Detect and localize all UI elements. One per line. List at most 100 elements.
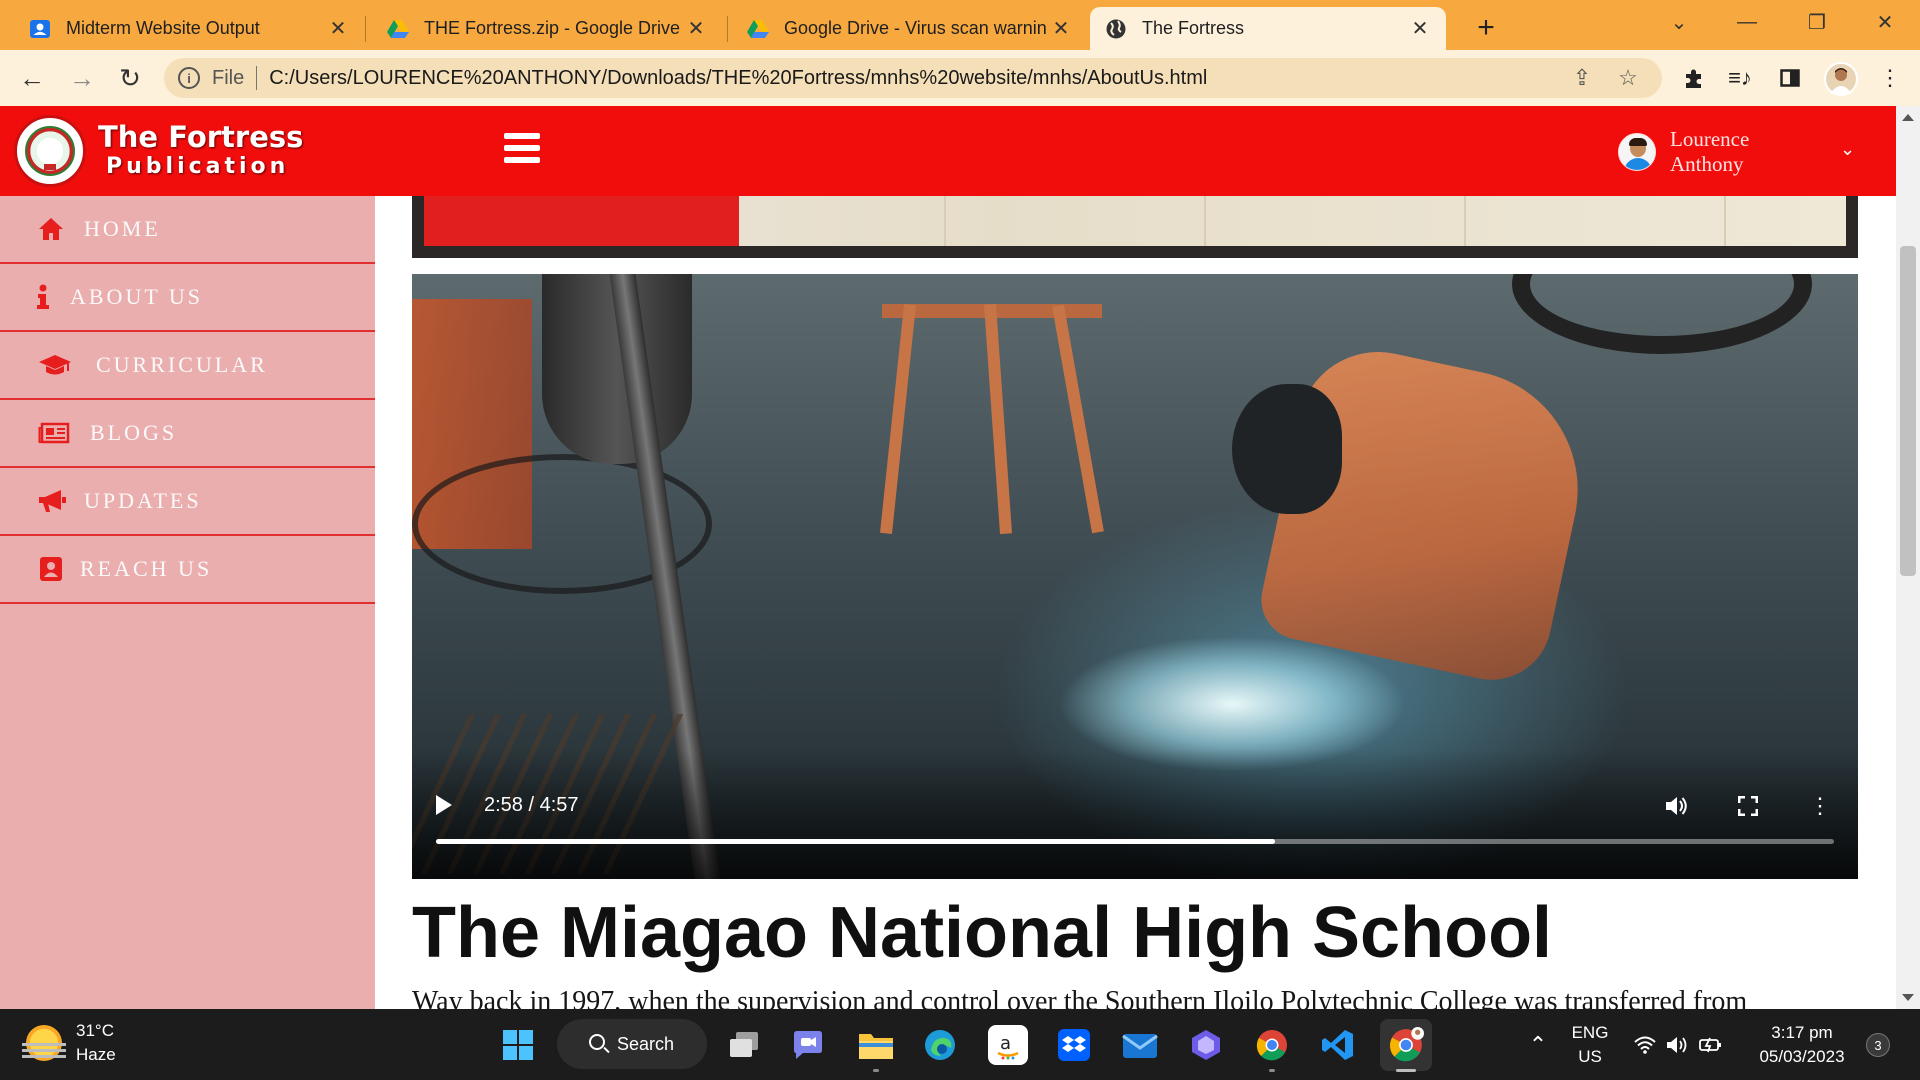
reload-icon[interactable]: ↻ bbox=[114, 62, 146, 94]
copilot-icon[interactable] bbox=[1186, 1025, 1226, 1065]
mail-icon[interactable] bbox=[1120, 1025, 1160, 1065]
sidebar-item-curricular[interactable]: CURRICULAR bbox=[0, 332, 375, 400]
user-menu[interactable]: Lourence Anthony bbox=[1618, 126, 1766, 178]
info-icon bbox=[28, 282, 58, 312]
edge-browser-icon[interactable] bbox=[920, 1025, 960, 1065]
scroll-down-arrow-icon[interactable] bbox=[1902, 994, 1914, 1001]
close-icon[interactable]: ✕ bbox=[1049, 17, 1073, 41]
sidebar-item-label: ABOUT US bbox=[70, 284, 204, 309]
sidebar-item-label: HOME bbox=[84, 216, 161, 241]
close-window-button[interactable]: ✕ bbox=[1858, 6, 1912, 38]
windows-taskbar: 31°C Haze Search a ⌃ ENG US 3:17 pm 05/0… bbox=[0, 1009, 1920, 1080]
info-icon[interactable]: i bbox=[178, 67, 200, 89]
chevron-up-icon[interactable]: ⌃ bbox=[1518, 1025, 1558, 1065]
share-icon[interactable]: ⇪ bbox=[1570, 65, 1594, 90]
clock[interactable]: 3:17 pm 05/03/2023 bbox=[1746, 1021, 1858, 1069]
media-queue-icon[interactable]: ≡♪ bbox=[1724, 62, 1756, 94]
new-tab-button[interactable]: + bbox=[1468, 10, 1504, 46]
side-panel-icon[interactable] bbox=[1774, 62, 1806, 94]
battery-charging-icon[interactable] bbox=[1696, 1025, 1726, 1065]
tab-separator bbox=[727, 16, 728, 42]
minimize-button[interactable]: — bbox=[1720, 6, 1774, 38]
volume-icon[interactable] bbox=[1662, 1025, 1692, 1065]
google-drive-icon bbox=[386, 17, 410, 41]
tab-midterm-website-output[interactable]: Midterm Website Output ✕ bbox=[14, 7, 364, 50]
more-vertical-icon[interactable]: ⋮ bbox=[1874, 62, 1906, 94]
sidebar-item-updates[interactable]: UPDATES bbox=[0, 468, 375, 536]
hamburger-menu-icon[interactable] bbox=[504, 133, 540, 163]
sidebar-item-home[interactable]: HOME bbox=[0, 196, 375, 264]
temperature: 31°C bbox=[76, 1021, 114, 1040]
brand-subtitle: Publication bbox=[106, 154, 290, 179]
play-icon[interactable] bbox=[436, 795, 452, 815]
page-viewport: 2:58 / 4:57 ⋮ The Miagao National High S… bbox=[0, 106, 1920, 1009]
teams-chat-icon[interactable] bbox=[788, 1025, 828, 1065]
sidebar-nav: HOME ABOUT US CURRICULAR BLOGS UPDATES R… bbox=[0, 196, 375, 1009]
clock-date: 05/03/2023 bbox=[1759, 1047, 1845, 1066]
address-bar[interactable]: i File C:/Users/LOURENCE%20ANTHONY/Downl… bbox=[164, 58, 1662, 98]
tab-google-drive-virus-scan[interactable]: Google Drive - Virus scan warnin ✕ bbox=[732, 7, 1087, 50]
svg-text:a: a bbox=[1000, 1033, 1011, 1054]
fullscreen-icon[interactable] bbox=[1734, 792, 1762, 820]
globe-icon bbox=[1104, 17, 1128, 41]
url-text[interactable]: C:/Users/LOURENCE%20ANTHONY/Downloads/TH… bbox=[269, 67, 1207, 90]
sidebar-item-label: UPDATES bbox=[84, 488, 202, 513]
chrome-profile-icon[interactable] bbox=[1380, 1019, 1432, 1071]
graduation-cap-icon bbox=[38, 350, 72, 380]
chevron-down-icon[interactable]: ⌄ bbox=[1840, 139, 1855, 160]
sidebar-item-about-us[interactable]: ABOUT US bbox=[0, 264, 375, 332]
brand-title: The Fortress bbox=[98, 120, 304, 154]
back-arrow-icon[interactable]: ← bbox=[16, 62, 48, 94]
taskbar-search-button[interactable]: Search bbox=[557, 1019, 707, 1069]
tab-title: The Fortress bbox=[1142, 18, 1245, 38]
sidebar-item-label: REACH US bbox=[80, 556, 213, 581]
divider bbox=[256, 66, 258, 90]
volume-icon[interactable] bbox=[1662, 792, 1690, 820]
sidebar-item-reach-us[interactable]: REACH US bbox=[0, 536, 375, 604]
amazon-icon[interactable]: a bbox=[988, 1025, 1028, 1065]
browser-tab-strip: Midterm Website Output ✕ THE Fortress.zi… bbox=[0, 0, 1920, 50]
windows-start-icon[interactable] bbox=[498, 1025, 538, 1065]
dropbox-icon[interactable] bbox=[1054, 1025, 1094, 1065]
intro-paragraph: Way back in 1997, when the supervision a… bbox=[412, 986, 1748, 1009]
video-progress-track[interactable] bbox=[436, 839, 1834, 844]
search-label: Search bbox=[617, 1033, 675, 1054]
tab-search-chevron-icon[interactable]: ⌄ bbox=[1652, 6, 1706, 38]
notification-badge[interactable]: 3 bbox=[1866, 1033, 1890, 1057]
sidebar-item-blogs[interactable]: BLOGS bbox=[0, 400, 375, 468]
extensions-puzzle-icon[interactable] bbox=[1678, 62, 1710, 94]
school-logo[interactable] bbox=[14, 115, 86, 187]
page-scrollbar[interactable] bbox=[1896, 106, 1920, 1009]
restore-button[interactable]: ❐ bbox=[1790, 6, 1844, 38]
tab-title: Google Drive - Virus scan warnin bbox=[784, 18, 1047, 38]
tab-separator bbox=[365, 16, 366, 42]
more-options-icon[interactable]: ⋮ bbox=[1806, 792, 1834, 820]
tab-fortress-zip[interactable]: THE Fortress.zip - Google Drive ✕ bbox=[372, 7, 722, 50]
weather-widget[interactable]: 31°C Haze bbox=[22, 1019, 116, 1067]
wifi-icon[interactable] bbox=[1630, 1025, 1660, 1065]
tab-the-fortress[interactable]: The Fortress ✕ bbox=[1090, 7, 1446, 50]
video-player[interactable]: 2:58 / 4:57 ⋮ bbox=[412, 274, 1858, 879]
file-explorer-icon[interactable] bbox=[856, 1025, 896, 1065]
megaphone-icon bbox=[36, 486, 68, 516]
user-card-icon bbox=[28, 17, 52, 41]
contact-card-icon bbox=[36, 554, 66, 584]
close-icon[interactable]: ✕ bbox=[1408, 17, 1432, 41]
weather-condition: Haze bbox=[76, 1045, 116, 1064]
bookmark-star-icon[interactable]: ☆ bbox=[1616, 65, 1640, 90]
scrollbar-thumb[interactable] bbox=[1900, 246, 1916, 576]
google-drive-icon bbox=[746, 17, 770, 41]
url-scheme: File bbox=[212, 66, 245, 89]
chrome-icon[interactable] bbox=[1252, 1025, 1292, 1065]
video-progress-fill bbox=[436, 839, 1275, 844]
forward-arrow-icon[interactable]: → bbox=[66, 62, 98, 94]
close-icon[interactable]: ✕ bbox=[684, 17, 708, 41]
haze-weather-icon bbox=[22, 1025, 66, 1061]
language-indicator[interactable]: ENG US bbox=[1570, 1021, 1610, 1069]
page-heading: The Miagao National High School bbox=[412, 893, 1553, 973]
task-view-icon[interactable] bbox=[724, 1025, 764, 1065]
scroll-up-arrow-icon[interactable] bbox=[1902, 114, 1914, 121]
browser-profile-avatar[interactable] bbox=[1824, 62, 1858, 96]
vscode-icon[interactable] bbox=[1318, 1025, 1358, 1065]
close-icon[interactable]: ✕ bbox=[326, 17, 350, 41]
